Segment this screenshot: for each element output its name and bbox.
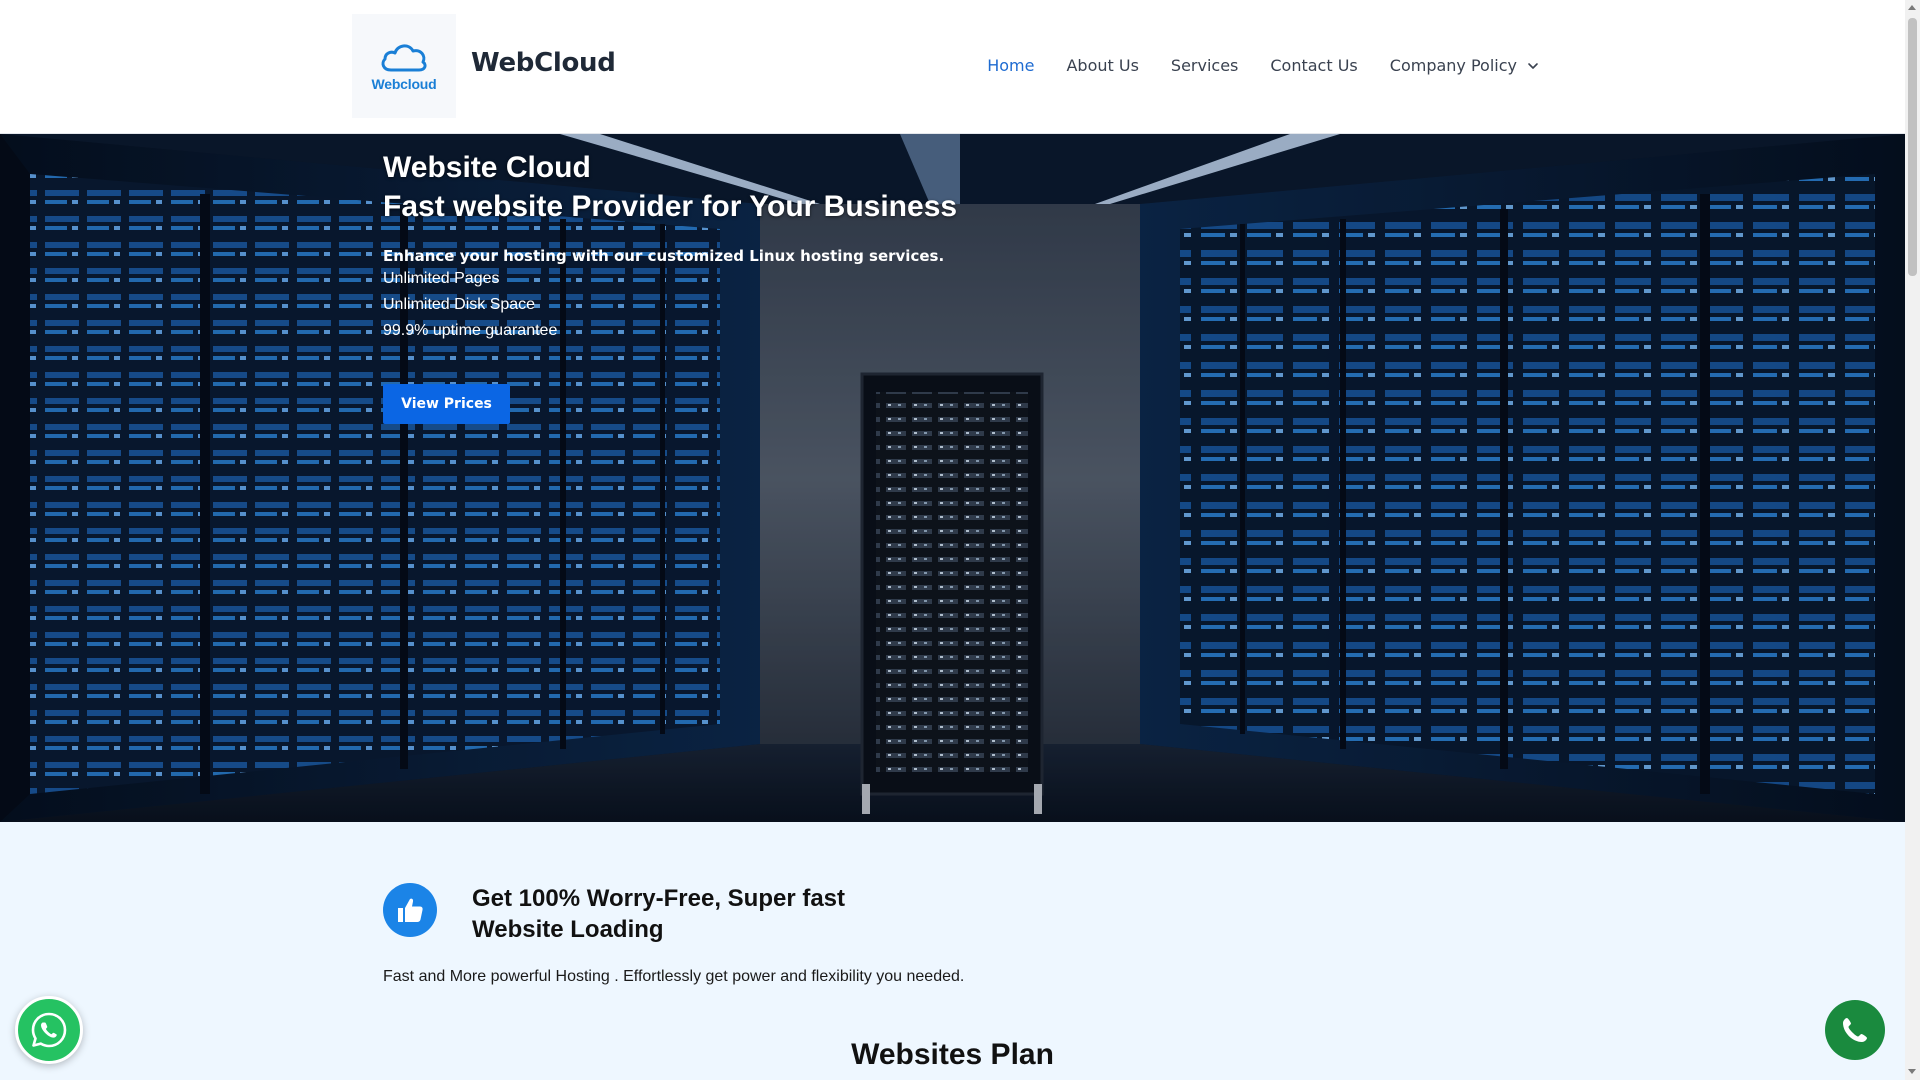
nav-about-us[interactable]: About Us <box>1066 56 1138 75</box>
site-title[interactable]: WebCloud <box>471 48 616 78</box>
whatsapp-button[interactable] <box>15 996 83 1064</box>
list-item: Unlimited Pages <box>383 270 500 287</box>
feature-title-line-1: Get 100% Worry-Free, Super fast <box>472 885 846 912</box>
feature-description: Fast and More powerful Hosting . Effortl… <box>383 968 965 985</box>
thumbs-up-badge <box>383 883 437 937</box>
logo-wordmark: Webcloud <box>371 76 437 92</box>
hero-subtitle: Enhance your hosting with our customized… <box>383 247 945 265</box>
view-prices-button[interactable]: View Prices <box>383 384 510 424</box>
thumbs-up-icon <box>398 898 423 922</box>
phone-button[interactable] <box>1825 1000 1885 1060</box>
page-scrollbar[interactable] <box>1905 0 1920 1080</box>
cloud-icon <box>381 44 427 72</box>
plans-heading: Websites Plan <box>851 1038 1054 1071</box>
feature-title: Get 100% Worry-Free, Super fast Website … <box>472 883 892 945</box>
hero-title: Website Cloud Fast website Provider for … <box>383 148 957 226</box>
scroll-up-arrow-icon[interactable] <box>1908 5 1916 10</box>
nav-contact-us[interactable]: Contact Us <box>1270 56 1357 75</box>
nav-company-policy[interactable]: Company Policy <box>1390 56 1539 75</box>
nav-company-policy-label: Company Policy <box>1389 56 1517 75</box>
list-item: Unlimited Disk Space <box>383 296 536 313</box>
main-nav: Home About Us Services Contact Us Compan… <box>955 56 1539 75</box>
phone-icon <box>1843 1018 1867 1042</box>
feature-title-line-2: Website Loading <box>472 916 664 943</box>
site-logo[interactable]: Webcloud <box>352 14 456 118</box>
chevron-down-icon <box>1528 62 1538 69</box>
nav-home[interactable]: Home <box>987 56 1034 75</box>
site-header: Webcloud WebCloud Home About Us Services… <box>0 0 1905 134</box>
scroll-down-arrow-icon[interactable] <box>1908 1069 1916 1074</box>
hero-title-line-2: Fast website Provider for Your Business <box>383 190 958 223</box>
whatsapp-icon <box>31 1012 67 1048</box>
nav-services[interactable]: Services <box>1171 56 1238 75</box>
hero-feature-list: Unlimited Pages Unlimited Disk Space 99.… <box>383 266 957 344</box>
list-item: 99.9% uptime guarantee <box>383 322 558 339</box>
hero-title-line-1: Website Cloud <box>383 151 591 184</box>
scrollbar-thumb[interactable] <box>1908 18 1917 276</box>
hero-section: Website Cloud Fast website Provider for … <box>0 134 1905 822</box>
hero-content: Website Cloud Fast website Provider for … <box>383 148 957 424</box>
page: Webcloud WebCloud Home About Us Services… <box>0 0 1905 1080</box>
